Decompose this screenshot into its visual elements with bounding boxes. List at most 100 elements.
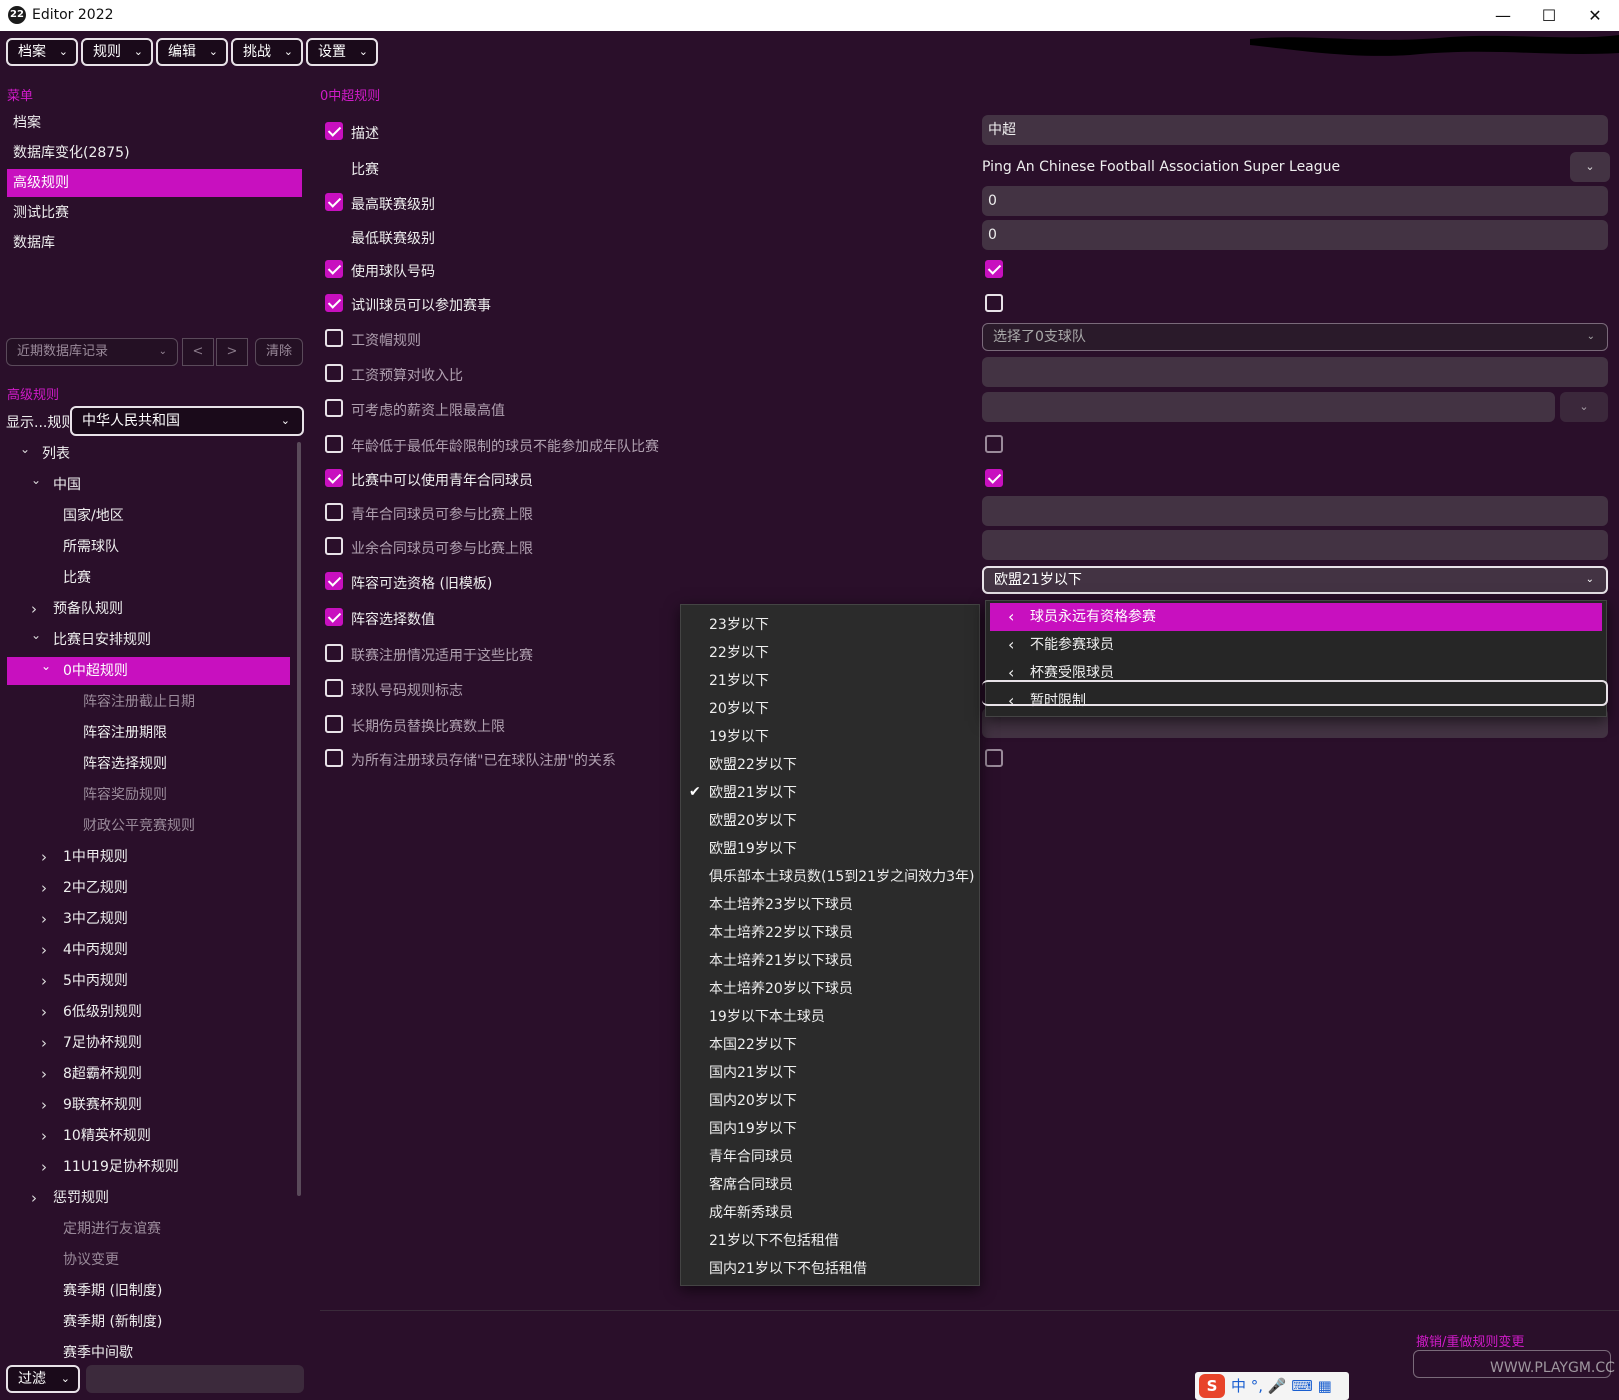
dropdown-option[interactable]: 国内21岁以下	[709, 1059, 797, 1087]
row-checkbox[interactable]	[325, 572, 343, 590]
unit-dropdown[interactable]: ⌄	[1560, 392, 1608, 422]
menu-file[interactable]: 档案 ⌄	[6, 38, 78, 66]
row-checkbox[interactable]	[325, 329, 343, 347]
tree-item[interactable]: 比赛	[63, 564, 91, 592]
row-checkbox[interactable]	[325, 608, 343, 626]
tree-item[interactable]: 阵容注册期限	[83, 719, 167, 747]
tree-item[interactable]: 10精英杯规则	[63, 1122, 151, 1150]
tree-scrollbar[interactable]	[297, 442, 301, 1196]
dropdown-option[interactable]: 本土培养20岁以下球员	[709, 975, 853, 1003]
chevron-right-icon[interactable]: ›	[41, 1127, 47, 1145]
row-checkbox[interactable]	[325, 435, 343, 453]
sidebar-item[interactable]: 测试比赛	[7, 199, 302, 227]
dropdown-option[interactable]: 19岁以下本土球员	[709, 1003, 825, 1031]
chevron-right-icon[interactable]: ›	[31, 600, 37, 618]
chevron-down-icon[interactable]: ⌄	[41, 659, 51, 673]
clear-button[interactable]: 清除	[255, 338, 303, 366]
tree-item[interactable]: 惩罚规则	[53, 1184, 109, 1212]
minimize-button[interactable]: —	[1480, 0, 1526, 31]
menu-challenge[interactable]: 挑战 ⌄	[231, 38, 303, 66]
filter-input[interactable]	[86, 1365, 304, 1393]
dropdown-option[interactable]: 23岁以下	[709, 611, 769, 639]
value-checkbox[interactable]	[985, 749, 1003, 767]
row-checkbox[interactable]	[325, 469, 343, 487]
row-checkbox[interactable]	[325, 679, 343, 697]
row-checkbox[interactable]	[325, 503, 343, 521]
tree-item[interactable]: 阵容注册截止日期	[83, 688, 195, 716]
dropdown-option[interactable]: 欧盟22岁以下	[709, 751, 797, 779]
chevron-down-icon[interactable]: ⌄	[31, 628, 41, 642]
competition-dropdown[interactable]: ⌄	[1570, 152, 1610, 182]
value-checkbox[interactable]	[985, 294, 1003, 312]
dropdown-option[interactable]: 俱乐部本土球员数(15到21岁之间效力3年)	[709, 863, 974, 891]
chevron-right-icon[interactable]: ›	[31, 1189, 37, 1207]
chevron-down-icon[interactable]: ⌄	[31, 473, 41, 487]
tree-item[interactable]: 协议变更	[63, 1246, 119, 1274]
dropdown-option[interactable]: 欧盟20岁以下	[709, 807, 797, 835]
row-checkbox[interactable]	[325, 364, 343, 382]
row-checkbox[interactable]	[325, 715, 343, 733]
tree-item[interactable]: 国家/地区	[63, 502, 124, 530]
dropdown-option[interactable]: 本土培养22岁以下球员	[709, 919, 853, 947]
chevron-right-icon[interactable]: ›	[41, 848, 47, 866]
empty-field[interactable]	[982, 392, 1555, 422]
menu-settings[interactable]: 设置 ⌄	[306, 38, 378, 66]
row-checkbox[interactable]	[325, 399, 343, 417]
country-select[interactable]: 中华人民共和国 ⌄	[70, 406, 304, 436]
tree-item[interactable]: 2中乙规则	[63, 874, 128, 902]
chevron-right-icon[interactable]: ›	[41, 910, 47, 928]
sidebar-item[interactable]: 数据库	[7, 229, 302, 257]
row-checkbox[interactable]	[325, 537, 343, 555]
chevron-down-icon[interactable]: ⌄	[20, 442, 30, 456]
tree-item[interactable]: 7足协杯规则	[63, 1029, 142, 1057]
sidebar-item[interactable]: 档案	[7, 109, 302, 137]
chevron-right-icon[interactable]: ›	[41, 1034, 47, 1052]
chevron-right-icon[interactable]: ›	[41, 972, 47, 990]
row-checkbox[interactable]	[325, 294, 343, 312]
filter-button[interactable]: 过滤 ⌄	[6, 1365, 80, 1393]
menu-edit[interactable]: 编辑 ⌄	[156, 38, 228, 66]
chevron-right-icon[interactable]: ›	[41, 1065, 47, 1083]
dropdown-option[interactable]: 19岁以下	[709, 723, 769, 751]
empty-field[interactable]	[982, 496, 1608, 526]
row-checkbox[interactable]	[325, 122, 343, 140]
select-field[interactable]: 欧盟21岁以下 ⌄	[982, 566, 1608, 594]
value-checkbox[interactable]	[985, 260, 1003, 278]
tree-item[interactable]: 11U19足协杯规则	[63, 1153, 179, 1181]
chevron-right-icon[interactable]: ›	[41, 879, 47, 897]
tree-item[interactable]: 8超霸杯规则	[63, 1060, 142, 1088]
dropdown-option[interactable]: 客席合同球员	[709, 1171, 793, 1199]
dropdown-option[interactable]: 青年合同球员	[709, 1143, 793, 1171]
text-field[interactable]: 中超	[982, 115, 1608, 145]
value-checkbox[interactable]	[985, 469, 1003, 487]
tree-item[interactable]: 9联赛杯规则	[63, 1091, 142, 1119]
empty-field[interactable]	[982, 530, 1608, 560]
tree-item[interactable]: 3中乙规则	[63, 905, 128, 933]
tree-item[interactable]: 1中甲规则	[63, 843, 128, 871]
tree-item[interactable]: 列表	[42, 440, 70, 468]
maximize-button[interactable]: ☐	[1526, 0, 1572, 31]
tree-item[interactable]: 5中丙规则	[63, 967, 128, 995]
undo-redo-link[interactable]: 撤销/重做规则变更	[1416, 1331, 1524, 1350]
dropdown-option[interactable]: 国内21岁以下不包括租借	[709, 1255, 867, 1283]
text-field[interactable]: 0	[982, 186, 1608, 216]
dropdown-option[interactable]: 国内20岁以下	[709, 1087, 797, 1115]
tree-item[interactable]: 阵容选择规则	[83, 750, 167, 778]
row-checkbox[interactable]	[325, 260, 343, 278]
select-field[interactable]: 选择了0支球队 ⌄	[982, 323, 1608, 351]
dropdown-option[interactable]: 欧盟19岁以下	[709, 835, 797, 863]
dropdown-option[interactable]: 本土培养23岁以下球员	[709, 891, 853, 919]
chevron-right-icon[interactable]: ›	[41, 1096, 47, 1114]
chevron-right-icon[interactable]: ›	[41, 1003, 47, 1021]
sidebar-item[interactable]: 数据库变化(2875)	[7, 139, 302, 167]
dropdown-option[interactable]: 21岁以下不包括租借	[709, 1227, 839, 1255]
text-field[interactable]: 0	[982, 220, 1608, 250]
history-back-button[interactable]: <	[182, 338, 214, 366]
tree-item[interactable]: 预备队规则	[53, 595, 123, 623]
tree-item[interactable]: 比赛日安排规则	[53, 626, 151, 654]
tree-item[interactable]: 4中丙规则	[63, 936, 128, 964]
dropdown-option[interactable]: 本土培养21岁以下球员	[709, 947, 853, 975]
tree-item[interactable]: 赛季中间歇	[63, 1339, 133, 1367]
row-checkbox[interactable]	[325, 749, 343, 767]
history-forward-button[interactable]: >	[216, 338, 248, 366]
